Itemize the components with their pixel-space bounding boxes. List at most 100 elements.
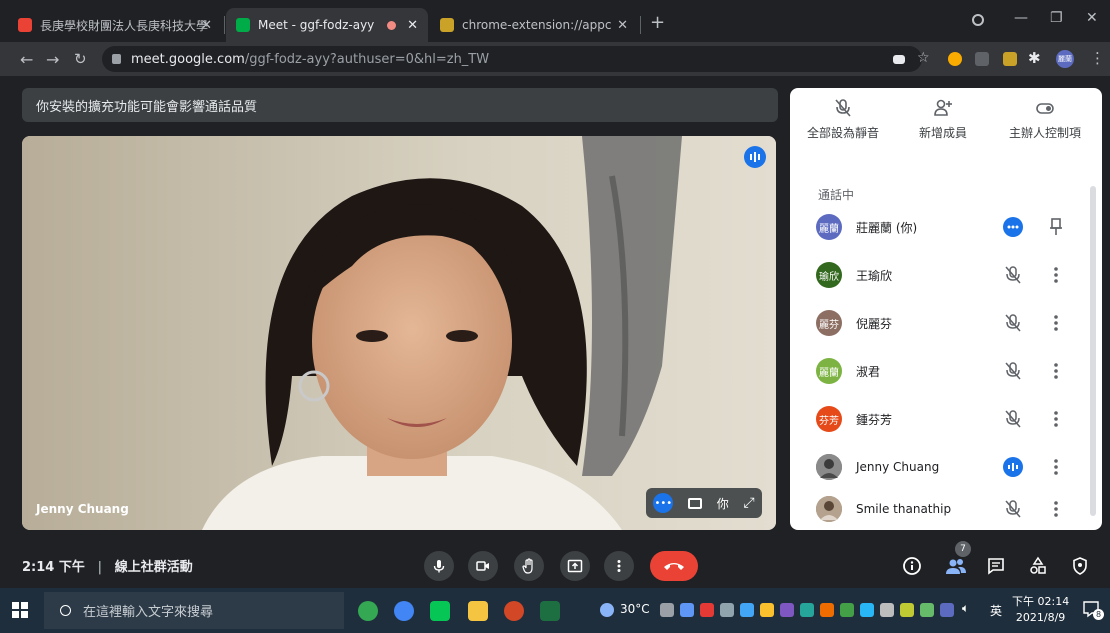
puzzle-icon[interactable]: ✱: [1028, 49, 1041, 67]
more-options-button[interactable]: [604, 551, 634, 581]
host-controls-button[interactable]: 主辦人控制項: [1000, 98, 1090, 141]
more-vert-icon[interactable]: [1048, 407, 1064, 431]
tray-icon[interactable]: [820, 603, 834, 617]
tray-icon[interactable]: [920, 603, 934, 617]
expand-icon[interactable]: ⤢: [743, 495, 754, 511]
input-method-indicator[interactable]: 英: [990, 602, 1002, 619]
taskbar-search-placeholder: 在這裡輸入文字來搜尋: [83, 605, 214, 620]
minimize-icon[interactable]: —: [1014, 10, 1028, 26]
more-vert-icon[interactable]: [1048, 497, 1064, 521]
meeting-details-button[interactable]: [900, 554, 924, 578]
tray-icon[interactable]: [880, 603, 894, 617]
people-button[interactable]: [944, 554, 968, 578]
forward-arrow-icon[interactable]: →: [46, 50, 59, 69]
url-host: meet.google.com: [131, 51, 245, 67]
avatar-photo: [816, 496, 842, 522]
windows-start-icon[interactable]: [12, 602, 28, 618]
meeting-separator: |: [97, 560, 103, 575]
tray-icon[interactable]: [700, 603, 714, 617]
more-options-icon[interactable]: •••: [653, 493, 674, 513]
host-controls-shield-button[interactable]: [1068, 554, 1092, 578]
tray-icon[interactable]: [900, 603, 914, 617]
tray-icon[interactable]: [760, 603, 774, 617]
chrome-app-icon[interactable]: [394, 601, 414, 621]
url-input[interactable]: meet.google.com/ggf-fodz-ayy?authuser=0&…: [102, 46, 922, 72]
mic-button[interactable]: [424, 551, 454, 581]
powerpoint-icon[interactable]: [504, 601, 524, 621]
more-options-icon[interactable]: [1002, 216, 1024, 238]
mute-all-button[interactable]: 全部設為靜音: [798, 98, 888, 141]
extension-grid-icon[interactable]: [975, 52, 989, 66]
activities-button[interactable]: [1026, 554, 1050, 578]
more-vert-icon[interactable]: [1048, 311, 1064, 335]
participant-row[interactable]: Smile thanathip: [816, 494, 1076, 524]
participant-row[interactable]: 麗蘭 淑君: [816, 356, 1076, 386]
pin-icon[interactable]: [1048, 215, 1064, 239]
leave-call-button[interactable]: [650, 551, 698, 581]
tray-icon[interactable]: [860, 603, 874, 617]
more-vert-icon[interactable]: [1048, 263, 1064, 287]
participant-row[interactable]: 芬芳 鍾芬芳: [816, 404, 1076, 434]
tray-icon[interactable]: [720, 603, 734, 617]
add-people-button[interactable]: 新增成員: [898, 98, 988, 141]
participant-row[interactable]: 麗芬 倪麗芬: [816, 308, 1076, 338]
chat-icon: [988, 558, 1004, 575]
info-icon: [903, 557, 921, 575]
camera-button[interactable]: [468, 551, 498, 581]
video-frame: [22, 136, 776, 530]
participant-row[interactable]: 麗蘭 莊麗蘭 (你): [816, 212, 1076, 242]
weather-temperature[interactable]: 30°C: [620, 602, 650, 616]
participant-row[interactable]: 瑜欣 王瑜欣: [816, 260, 1076, 290]
more-vert-icon[interactable]: [1048, 455, 1064, 479]
maximize-icon[interactable]: ❐: [1050, 10, 1063, 26]
back-arrow-icon[interactable]: ←: [20, 50, 33, 69]
tray-icon[interactable]: [800, 603, 814, 617]
avatar: 芬芳: [816, 406, 842, 432]
host-controls-label: 主辦人控制項: [1008, 126, 1081, 140]
close-icon[interactable]: ✕: [201, 18, 212, 33]
tray-icon[interactable]: [780, 603, 794, 617]
taskbar-search-box[interactable]: 在這裡輸入文字來搜尋: [44, 592, 344, 629]
tray-icon[interactable]: [660, 603, 674, 617]
line-app-icon[interactable]: [430, 601, 450, 621]
notification-icon[interactable]: 8: [1082, 600, 1104, 620]
panel-scrollbar[interactable]: [1090, 186, 1096, 516]
tab-gmail[interactable]: 長庚學校財團法人長庚科技大學 - ✕: [8, 8, 222, 42]
tray-icon[interactable]: [940, 603, 954, 617]
menu-dots-icon[interactable]: ⋮: [1090, 49, 1105, 67]
tab-extension[interactable]: chrome-extension://appcnhiefl ✕: [430, 8, 638, 42]
close-window-icon[interactable]: ✕: [1086, 10, 1098, 26]
participant-name: 王瑜欣: [856, 268, 893, 283]
reload-icon[interactable]: ↻: [74, 50, 87, 68]
camera-frame-icon[interactable]: [688, 497, 703, 509]
more-vert-icon[interactable]: [1048, 359, 1064, 383]
present-button[interactable]: [560, 551, 590, 581]
tray-icon[interactable]: [680, 603, 694, 617]
chat-button[interactable]: [984, 554, 1008, 578]
speaking-indicator-icon: [1002, 456, 1024, 478]
taskbar-clock[interactable]: 下午 02:14 2021/8/9: [1012, 594, 1069, 626]
tab-meet[interactable]: Meet - ggf-fodz-ayy ✕: [226, 8, 428, 42]
excel-icon[interactable]: [540, 601, 560, 621]
close-icon[interactable]: ✕: [407, 18, 418, 33]
file-explorer-icon[interactable]: [468, 601, 488, 621]
volume-icon[interactable]: 🔈︎: [962, 601, 969, 616]
profile-avatar[interactable]: 麗蘭: [1056, 50, 1074, 68]
participant-row[interactable]: Jenny Chuang: [816, 452, 1076, 482]
bookmark-star-icon[interactable]: ☆: [917, 50, 930, 66]
camera-icon[interactable]: [893, 55, 905, 64]
avatar: 瑜欣: [816, 262, 842, 288]
tab-separator: [224, 16, 225, 34]
main-video-tile[interactable]: Jenny Chuang ••• 你 ⤢: [22, 136, 776, 530]
raise-hand-button[interactable]: [514, 551, 544, 581]
new-tab-button[interactable]: +: [650, 12, 665, 33]
weather-icon[interactable]: [600, 603, 614, 617]
extension-icon[interactable]: [1003, 52, 1017, 66]
self-view-label[interactable]: 你: [717, 495, 729, 512]
chrome-app-icon[interactable]: [358, 601, 378, 621]
extension-icon[interactable]: [948, 52, 962, 66]
profile-dot-icon[interactable]: [972, 14, 984, 26]
close-icon[interactable]: ✕: [617, 18, 628, 33]
tray-icon[interactable]: [840, 603, 854, 617]
tray-icon[interactable]: [740, 603, 754, 617]
